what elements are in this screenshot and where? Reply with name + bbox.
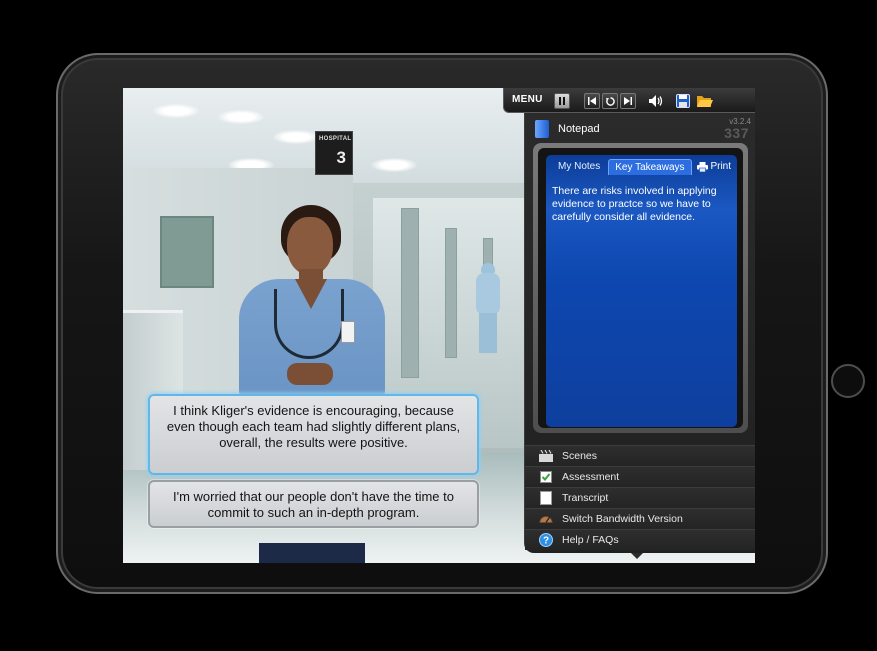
- background-person: [473, 263, 503, 353]
- corridor-door: [445, 228, 457, 358]
- replay-icon[interactable]: [602, 93, 618, 109]
- id-badge: [341, 321, 355, 343]
- menu-item-assessment[interactable]: Assessment: [525, 466, 755, 487]
- skip-back-icon[interactable]: [584, 93, 600, 109]
- menu-item-transcript[interactable]: Transcript: [525, 487, 755, 508]
- top-toolbar: MENU: [503, 88, 755, 113]
- menu-item-scenes[interactable]: Scenes: [525, 445, 755, 466]
- screen: HOSPITAL 3 I think Kliger's evidence is …: [123, 88, 755, 563]
- corridor-door: [401, 208, 419, 378]
- document-icon: [539, 491, 553, 505]
- save-icon[interactable]: [674, 92, 692, 110]
- panel-collapse-icon[interactable]: [631, 553, 643, 559]
- menu-button[interactable]: MENU: [512, 94, 543, 105]
- help-icon: ?: [539, 533, 553, 547]
- dialogue-choice-1[interactable]: I think Kliger's evidence is encouraging…: [148, 394, 479, 475]
- menu-item-label: Help / FAQs: [562, 534, 619, 546]
- brand-mark: 337: [724, 125, 749, 141]
- dialogue-choice-2[interactable]: I'm worried that our people don't have t…: [148, 480, 479, 528]
- ceiling-light: [153, 104, 199, 118]
- tab-key-takeaways[interactable]: Key Takeaways: [608, 159, 692, 175]
- ward-sign: HOSPITAL 3: [315, 131, 353, 175]
- side-panel: Notepad v3.2.4 337 My Notes Key Takeaway…: [524, 113, 755, 553]
- svg-text:?: ?: [543, 536, 549, 547]
- ward-sign-number: 3: [336, 148, 346, 167]
- ceiling-light: [273, 130, 319, 144]
- skip-forward-icon[interactable]: [620, 93, 636, 109]
- ward-sign-label: HOSPITAL: [319, 136, 352, 142]
- home-button[interactable]: [831, 364, 865, 398]
- printer-icon: [697, 161, 709, 172]
- notepad-text[interactable]: There are risks involved in applying evi…: [552, 185, 727, 224]
- notepad-title: Notepad: [558, 123, 600, 135]
- bandwidth-icon: [539, 512, 553, 526]
- dialogue-choice-1-text: I think Kliger's evidence is encouraging…: [166, 403, 461, 450]
- clapperboard-icon: [539, 449, 553, 463]
- menu-item-label: Scenes: [562, 450, 598, 462]
- tab-my-notes[interactable]: My Notes: [552, 159, 606, 175]
- stethoscope-icon: [274, 289, 344, 359]
- checkbox-icon: [539, 470, 553, 484]
- volume-icon[interactable]: [648, 92, 666, 110]
- notepad-header: Notepad: [535, 119, 600, 139]
- side-menu: Scenes Assessment Transcript Switch Band…: [525, 445, 755, 550]
- notepad-area: My Notes Key Takeaways Print There are r…: [546, 155, 737, 427]
- menu-item-switch-bandwidth[interactable]: Switch Bandwidth Version: [525, 508, 755, 529]
- ceiling-light: [218, 110, 264, 124]
- electrical-panel: [160, 216, 214, 288]
- notepad-icon: [535, 120, 549, 138]
- menu-item-label: Switch Bandwidth Version: [562, 513, 683, 525]
- notepad-tabs: My Notes Key Takeaways: [552, 159, 694, 175]
- dialogue-choice-2-text: I'm worried that our people don't have t…: [172, 489, 454, 520]
- menu-item-label: Transcript: [562, 492, 609, 504]
- menu-item-help[interactable]: ? Help / FAQs: [525, 529, 755, 550]
- menu-item-label: Assessment: [562, 471, 620, 483]
- print-button[interactable]: Print: [697, 161, 731, 172]
- print-label: Print: [710, 161, 731, 172]
- ceiling-light: [371, 158, 417, 172]
- folder-icon[interactable]: [696, 92, 714, 110]
- pause-icon[interactable]: [554, 93, 570, 109]
